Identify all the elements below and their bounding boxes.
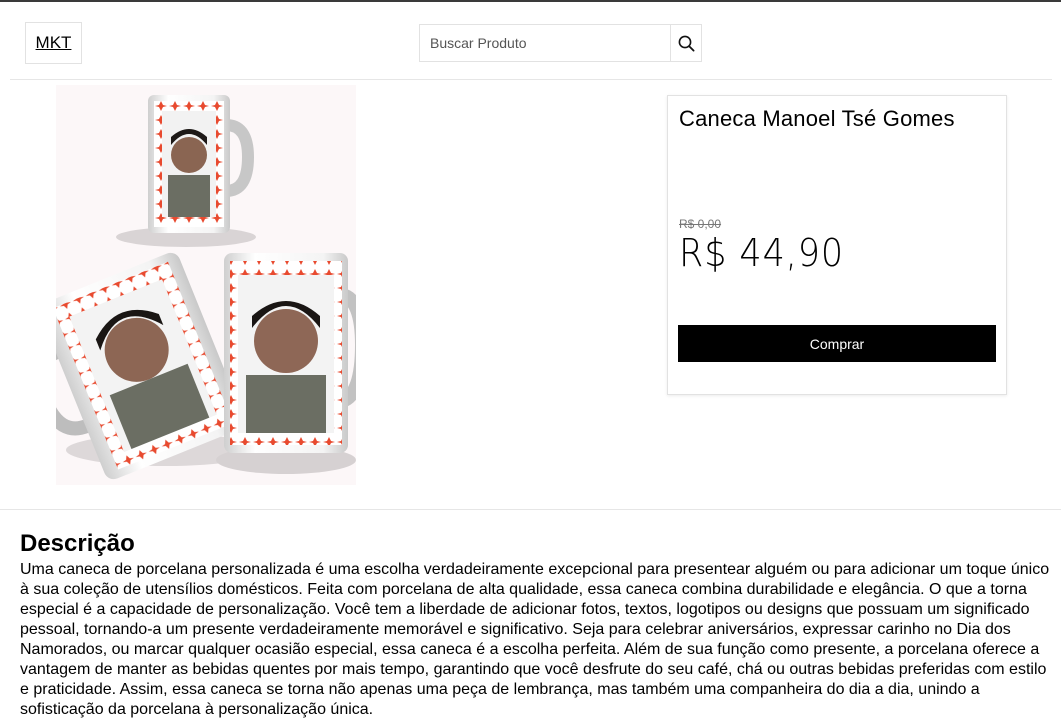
buy-button[interactable]: Comprar [678,325,996,362]
search-bar [419,24,702,62]
product-title: Caneca Manoel Tsé Gomes [679,106,955,131]
search-button[interactable] [670,25,701,61]
product-card: Caneca Manoel Tsé Gomes R$ 0,00 R$ 44,90… [667,95,1007,395]
site-header: MKT [10,2,1052,80]
description-heading: Descrição [20,530,135,557]
product-image [56,85,356,485]
mug-photo [56,85,356,485]
search-icon [678,35,695,52]
search-input[interactable] [420,25,670,61]
logo-link[interactable]: MKT [25,22,82,64]
old-price: R$ 0,00 [679,217,722,231]
description-text: Uma caneca de porcelana personalizada é … [20,561,1050,718]
section-divider [0,509,1061,510]
product-price: R$ 44,90 [679,231,845,275]
